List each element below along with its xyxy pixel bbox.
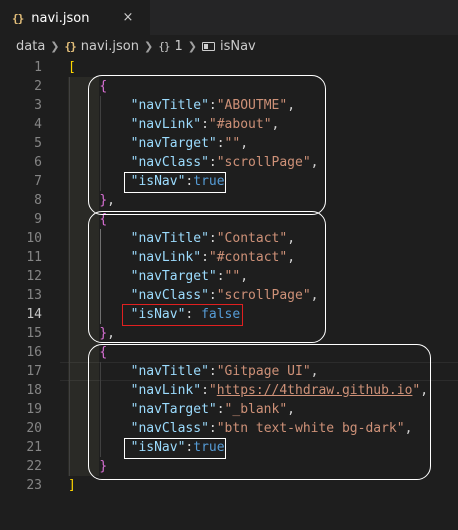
code-token: ] [68,478,76,493]
line-number: 10 [26,231,42,246]
close-icon[interactable]: × [120,10,136,26]
line-number: 1 [34,60,42,75]
annotation-object-3 [88,344,431,480]
line-number: 4 [34,117,42,132]
line-number: 23 [26,478,42,493]
line-number: 9 [34,212,42,227]
line-number: 14 [26,307,42,322]
breadcrumb-item-file[interactable]: navi.json [81,39,139,54]
breadcrumb: data ❯ {} navi.json ❯ {} 1 ❯ isNav [0,35,458,57]
boolean-field-icon [201,41,215,51]
line-number: 8 [34,193,42,208]
line-number: 11 [26,250,42,265]
code-token: [ [68,60,76,75]
breadcrumb-item-data[interactable]: data [16,39,45,54]
line-number: 7 [34,174,42,189]
line-content: ] [68,476,76,495]
annotation-isnav-true-3 [124,438,226,459]
tab-label: navi.json [31,10,90,26]
line-number: 13 [26,288,42,303]
chevron-right-icon: ❯ [144,39,154,53]
tab-strip: {} navi.json × [0,0,458,35]
line-number: 12 [26,269,42,284]
object-icon: {} [158,39,170,53]
line-number: 6 [34,155,42,170]
annotation-isnav-false [122,304,243,326]
line-number: 5 [34,136,42,151]
line-number: 22 [26,459,42,474]
chevron-right-icon: ❯ [187,39,197,53]
line-number: 19 [26,402,42,417]
line-number: 18 [26,383,42,398]
json-file-icon: {} [64,39,77,53]
chevron-right-icon: ❯ [50,39,60,53]
annotation-isnav-true-1 [124,172,226,193]
line-number: 20 [26,421,42,436]
line-number: 3 [34,98,42,113]
breadcrumb-item-field[interactable]: isNav [220,39,256,54]
line-number: 2 [34,79,42,94]
tab-navi-json[interactable]: {} navi.json × [0,0,150,35]
line-number: 15 [26,326,42,341]
line-content: [ [68,58,76,77]
breadcrumb-item-index[interactable]: 1 [174,39,182,54]
line-number: 16 [26,345,42,360]
annotation-object-1 [88,75,326,215]
line-number: 21 [26,440,42,455]
json-file-icon: {} [12,11,24,25]
line-number: 17 [26,364,42,379]
